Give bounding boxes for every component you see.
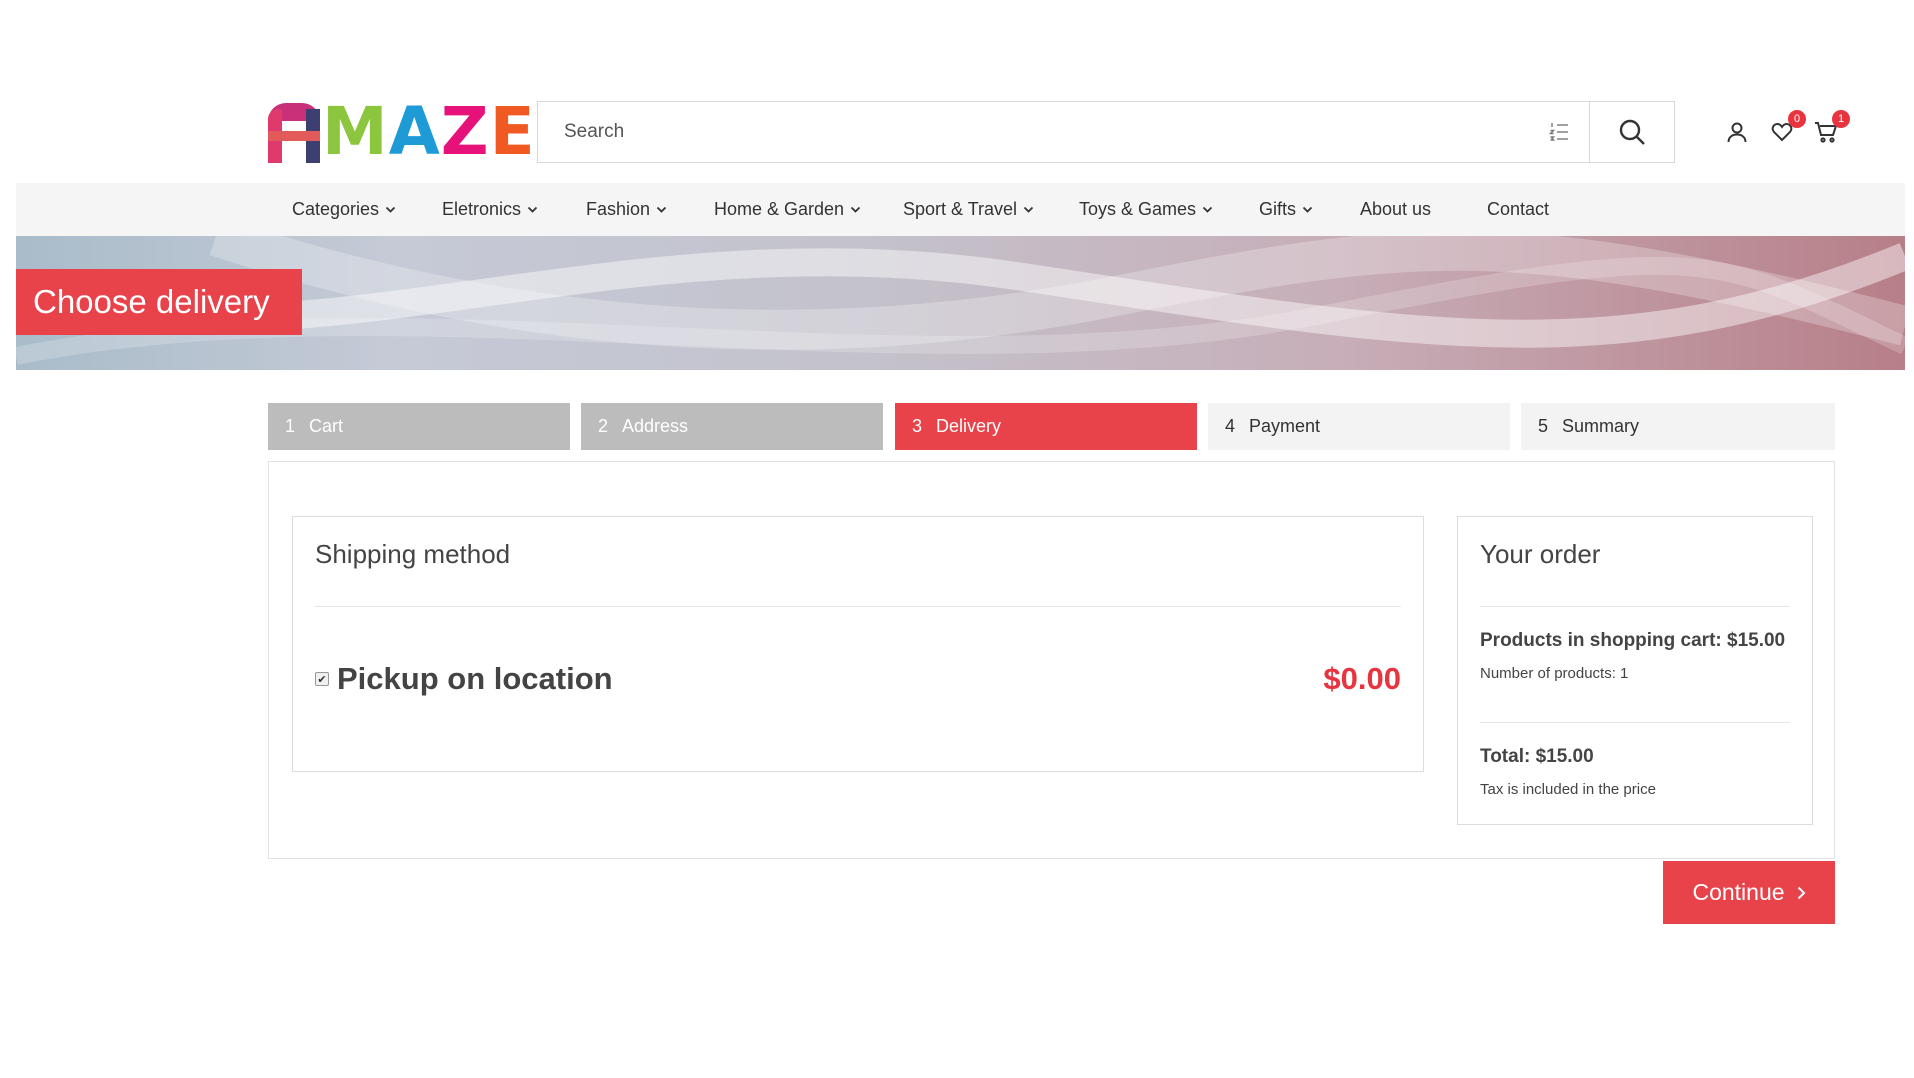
page-title: Choose delivery <box>16 269 302 335</box>
main-navigation: Categories Eletronics Fashion Home & Gar… <box>16 183 1905 236</box>
step-address[interactable]: 2 Address <box>581 403 883 450</box>
shipping-method-panel: Shipping method ✔ Pickup on location $0.… <box>292 516 1424 772</box>
search-icon <box>1619 119 1645 145</box>
search-input[interactable] <box>538 102 1529 162</box>
nav-item-fashion[interactable]: Fashion <box>586 183 667 236</box>
search-button[interactable] <box>1589 102 1674 162</box>
nav-item-categories[interactable]: Categories <box>292 183 396 236</box>
continue-label: Continue <box>1692 879 1785 905</box>
order-summary-title: Your order <box>1480 539 1601 569</box>
step-label: Summary <box>1562 416 1640 436</box>
product-count: Number of products: 1 <box>1480 665 1629 682</box>
nav-item-label: Contact <box>1487 199 1550 219</box>
shipping-method-title: Shipping method <box>315 539 511 569</box>
logo-letter: A <box>388 93 441 170</box>
step-number: 1 <box>285 416 296 436</box>
step-number: 4 <box>1225 416 1236 436</box>
cart-icon[interactable]: 1 <box>1812 110 1850 146</box>
logo-letter: Z <box>440 93 490 170</box>
chevron-down-icon <box>1302 206 1313 214</box>
step-label: Cart <box>309 416 344 436</box>
divider <box>1480 722 1790 723</box>
search-bar <box>537 101 1675 163</box>
shipping-method-name[interactable]: Pickup on location <box>337 661 613 697</box>
nav-item-label: Gifts <box>1259 199 1297 219</box>
nav-item-about-us[interactable]: About us <box>1360 183 1431 236</box>
step-delivery[interactable]: 3 Delivery <box>895 403 1197 450</box>
cart-count-badge: 1 <box>1832 110 1850 128</box>
nav-item-sport-travel[interactable]: Sport & Travel <box>903 183 1034 236</box>
nav-item-toys-games[interactable]: Toys & Games <box>1079 183 1213 236</box>
wishlist-icon[interactable]: 0 <box>1768 110 1806 146</box>
chevron-down-icon <box>1023 206 1034 214</box>
shipping-method-checkbox[interactable]: ✔ <box>315 672 329 686</box>
chevron-down-icon <box>850 206 861 214</box>
step-number: 2 <box>598 416 609 436</box>
nav-item-gifts[interactable]: Gifts <box>1259 183 1313 236</box>
step-summary: 5 Summary <box>1521 403 1835 450</box>
nav-item-label: Eletronics <box>442 199 522 219</box>
nav-item-home-garden[interactable]: Home & Garden <box>714 183 861 236</box>
nav-item-label: Fashion <box>586 199 651 219</box>
step-number: 5 <box>1538 416 1549 436</box>
nav-item-label: Sport & Travel <box>903 199 1018 219</box>
nav-item-electronics[interactable]: Eletronics <box>442 183 538 236</box>
chevron-down-icon <box>656 206 667 214</box>
logo-letter: E <box>489 93 536 170</box>
continue-button[interactable]: Continue <box>1663 861 1835 924</box>
step-label: Address <box>622 416 689 436</box>
divider <box>315 606 1401 607</box>
logo-a-mark <box>268 103 320 163</box>
step-label: Delivery <box>936 416 1002 436</box>
site-logo[interactable]: M A Z E <box>268 93 536 170</box>
nav-item-label: Categories <box>292 199 380 219</box>
nav-item-label: Toys & Games <box>1079 199 1197 219</box>
divider <box>1480 606 1790 607</box>
nav-item-label: About us <box>1360 199 1432 219</box>
wishlist-count-badge: 0 <box>1788 110 1806 128</box>
tax-note: Tax is included in the price <box>1480 781 1656 798</box>
step-cart[interactable]: 1 Cart <box>268 403 570 450</box>
chevron-down-icon <box>1202 206 1213 214</box>
step-number: 3 <box>912 416 923 436</box>
order-summary-panel: Your order Products in shopping cart: $1… <box>1457 516 1813 825</box>
step-payment: 4 Payment <box>1208 403 1510 450</box>
shipping-method-price: $0.00 <box>1323 661 1401 696</box>
chevron-down-icon <box>385 206 396 214</box>
nav-item-contact[interactable]: Contact <box>1487 183 1549 236</box>
nav-item-label: Home & Garden <box>714 199 845 219</box>
logo-letter: M <box>322 93 389 170</box>
chevron-right-icon <box>1797 886 1806 900</box>
step-label: Payment <box>1249 416 1321 436</box>
account-icon[interactable] <box>1723 118 1751 146</box>
order-total: Total: $15.00 <box>1480 746 1594 767</box>
cart-subtotal: Products in shopping cart: $15.00 <box>1480 630 1786 651</box>
list-filter-icon[interactable] <box>1529 102 1589 162</box>
chevron-down-icon <box>527 206 538 214</box>
